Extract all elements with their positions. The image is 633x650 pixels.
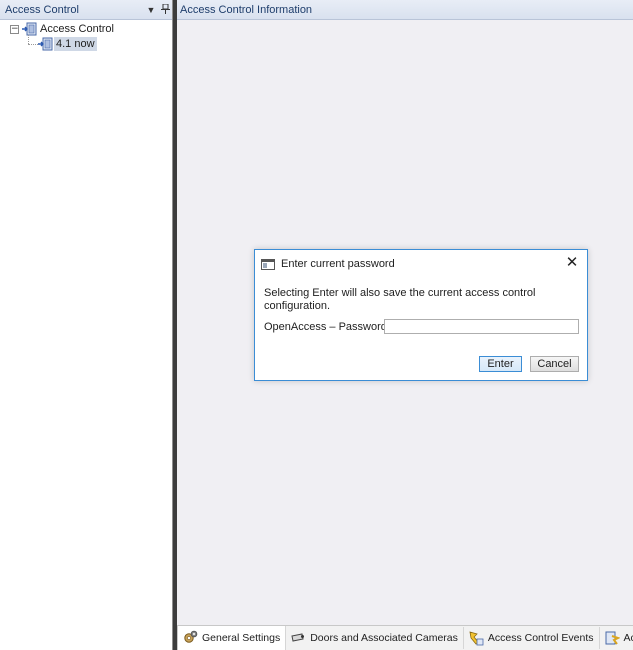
pin-icon[interactable]: [158, 3, 172, 16]
access-control-pane: Access Control ▼ − Access Control 4.1 no…: [0, 0, 173, 650]
access-control-icon: [38, 37, 54, 51]
tab-label: General Settings: [202, 631, 281, 644]
dialog-title-bar: Enter current password: [261, 256, 395, 272]
collapse-icon[interactable]: −: [10, 25, 19, 34]
tree-node-4-1-now[interactable]: 4.1 now: [0, 37, 172, 52]
tab-doors-and-associated-cameras[interactable]: Doors and Associated Cameras: [286, 627, 464, 649]
cancel-button[interactable]: Cancel: [530, 356, 579, 372]
tab-label: Access Control Events: [487, 632, 594, 644]
enter-button[interactable]: Enter: [479, 356, 522, 372]
tree-view: − Access Control 4.1 now: [0, 20, 172, 52]
access-control-icon: [22, 22, 38, 36]
close-icon[interactable]: ✕: [565, 255, 579, 270]
request-icon: [604, 630, 620, 646]
enter-password-dialog: Enter current password ✕ Selecting Enter…: [254, 249, 588, 381]
gear-icon: [182, 630, 198, 646]
tree-node-access-control[interactable]: − Access Control: [0, 22, 172, 37]
tree-node-label: 4.1 now: [54, 37, 97, 51]
tab-general-settings[interactable]: General Settings: [177, 626, 287, 650]
events-icon: [468, 630, 484, 646]
dialog-message: Selecting Enter will also save the curre…: [264, 287, 536, 312]
tab-access-requests[interactable]: Access Requ: [600, 627, 633, 649]
pane-title: Access Control Information: [180, 3, 313, 16]
camera-icon: [290, 630, 306, 646]
tree-node-label: Access Control: [40, 23, 114, 35]
tab-label: Doors and Associated Cameras: [310, 632, 458, 644]
pane-title: Access Control: [5, 3, 79, 16]
password-field[interactable]: [384, 319, 579, 334]
pane-header: Access Control Information: [177, 0, 633, 20]
tab-access-control-events[interactable]: Access Control Events: [464, 627, 600, 649]
window-icon: [261, 258, 275, 270]
dialog-title: Enter current password: [281, 258, 395, 270]
bottom-tab-bar: General Settings Doors and Associated Ca…: [177, 625, 633, 650]
password-label: OpenAccess – Password:: [264, 321, 390, 333]
pane-header: Access Control ▼: [0, 0, 172, 20]
pane-dropdown-icon[interactable]: ▼: [144, 5, 158, 15]
tab-label: Access Requ: [623, 632, 633, 644]
